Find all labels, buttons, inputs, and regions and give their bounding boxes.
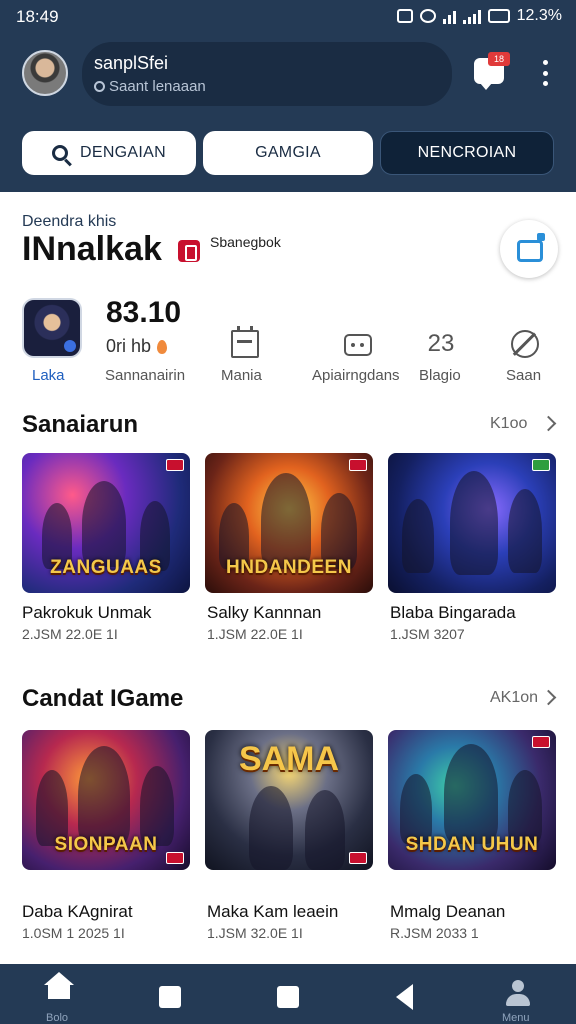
game-card-image[interactable]: SAMA — [205, 730, 373, 870]
profile-subtitle: Saant lenaaan — [94, 78, 206, 95]
quick-nav-item[interactable]: Laka — [32, 367, 65, 384]
profile-icon[interactable] — [505, 980, 531, 1010]
profile-name: sanplSfei — [94, 53, 169, 73]
game-card-caption: SHDAN UHUN — [405, 834, 539, 855]
message-icon[interactable] — [500, 220, 558, 278]
game-card-title[interactable]: Pakrokuk Unmak — [22, 603, 151, 623]
avatar[interactable] — [22, 50, 68, 96]
chip-games[interactable]: GAMGIA — [203, 131, 373, 175]
notification-icon — [396, 9, 413, 23]
featured-game-thumbnail[interactable] — [22, 298, 82, 358]
search-icon — [94, 81, 105, 92]
search-icon — [52, 145, 68, 161]
square-icon[interactable] — [159, 986, 181, 1008]
hero-kicker: Deendra khis — [22, 213, 117, 230]
featured-stat-value: 83.10 — [106, 296, 182, 329]
age-rating-icon — [532, 736, 550, 748]
status-icons: 12.3% — [396, 7, 562, 25]
game-card-image[interactable]: SIONPAAN — [22, 730, 190, 870]
block-icon[interactable] — [511, 330, 539, 358]
chip-label: GAMGIA — [255, 144, 321, 161]
featured-stat-sub: 0ri hb — [106, 336, 168, 357]
chat-badge: 18 — [488, 52, 510, 66]
quick-nav-item[interactable]: Sannanairin — [105, 367, 185, 384]
game-card-meta: R.JSM 2033 1 — [390, 925, 479, 941]
battery-icon — [487, 9, 510, 23]
game-card-image[interactable]: SHDAN UHUN — [388, 730, 556, 870]
game-card-meta: 1.JSM 22.0E 1I — [207, 626, 303, 642]
calendar-icon[interactable] — [231, 326, 259, 358]
game-card-caption: SIONPAAN — [54, 834, 158, 855]
section-title: Sanaiarun — [22, 411, 139, 438]
profile-subtitle-text: Saant lenaaan — [109, 78, 206, 95]
bottom-nav-label: Bolo — [46, 1012, 69, 1024]
game-card-image[interactable] — [388, 453, 556, 593]
sync-icon — [419, 9, 436, 23]
game-card-title[interactable]: Maka Kam leaein — [207, 902, 338, 922]
status-bar: 18:49 12.3% — [0, 0, 576, 34]
game-card-image[interactable]: HNDANDEEN — [205, 453, 373, 593]
game-card-meta: 1.JSM 3207 — [390, 626, 465, 642]
chip-search[interactable]: DENGAIAN — [22, 131, 196, 175]
quick-nav-item[interactable]: Saan — [506, 367, 541, 384]
featured-stat-sub-text: 0ri hb — [106, 336, 152, 356]
gamepad-icon[interactable] — [344, 334, 372, 356]
quick-nav-item[interactable]: Apiairngdans — [312, 367, 400, 384]
flame-icon — [157, 339, 168, 354]
chip-label: NENCROIAN — [417, 144, 517, 161]
game-card-title[interactable]: Daba KAgnirat — [22, 902, 133, 922]
age-rating-icon — [349, 852, 367, 864]
more-options-icon[interactable] — [536, 60, 554, 86]
chip-selected[interactable]: NENCROIAN — [380, 131, 554, 175]
game-card-title[interactable]: Blaba Bingarada — [390, 603, 516, 623]
app-badge-icon — [178, 240, 200, 262]
section-title: Candat IGame — [22, 685, 184, 712]
game-card-caption: SAMA — [238, 740, 340, 778]
game-card-meta: 1.0SM 1 2025 1I — [22, 925, 125, 941]
game-card-image[interactable]: ZANGUAAS — [22, 453, 190, 593]
page-title: INnalkak — [22, 230, 162, 268]
section-more-link[interactable]: K1oo — [490, 415, 527, 433]
game-card-caption: HNDANDEEN — [226, 557, 352, 578]
age-rating-icon — [532, 459, 550, 471]
status-time: 18:49 — [16, 7, 59, 26]
game-card-title[interactable]: Mmalg Deanan — [390, 902, 505, 922]
wifi-icon — [442, 9, 456, 24]
battery-level: 12.3% — [516, 7, 562, 24]
section-more-link[interactable]: AK1on — [490, 689, 538, 707]
hero-side-label: Sbanegbok — [210, 234, 281, 250]
game-card-caption: ZANGUAAS — [50, 557, 162, 578]
signal-icon — [462, 9, 481, 24]
game-card-title[interactable]: Salky Kannnan — [207, 603, 321, 623]
number-icon[interactable]: 23 — [426, 330, 456, 358]
quick-nav-item[interactable]: Mania — [221, 367, 262, 384]
home-icon[interactable] — [44, 972, 74, 999]
recents-icon[interactable] — [277, 986, 299, 1008]
game-card-meta: 2.JSM 22.0E 1I — [22, 626, 118, 642]
age-rating-icon — [166, 459, 184, 471]
back-icon[interactable] — [396, 984, 413, 1010]
profile-pill[interactable]: sanplSfei Saant lenaaan — [82, 42, 452, 106]
game-card-meta: 1.JSM 32.0E 1I — [207, 925, 303, 941]
age-rating-icon — [349, 459, 367, 471]
chip-label: DENGAIAN — [80, 144, 166, 161]
quick-nav-item[interactable]: Blagio — [419, 367, 461, 384]
bottom-nav-label: Menu — [502, 1012, 530, 1024]
